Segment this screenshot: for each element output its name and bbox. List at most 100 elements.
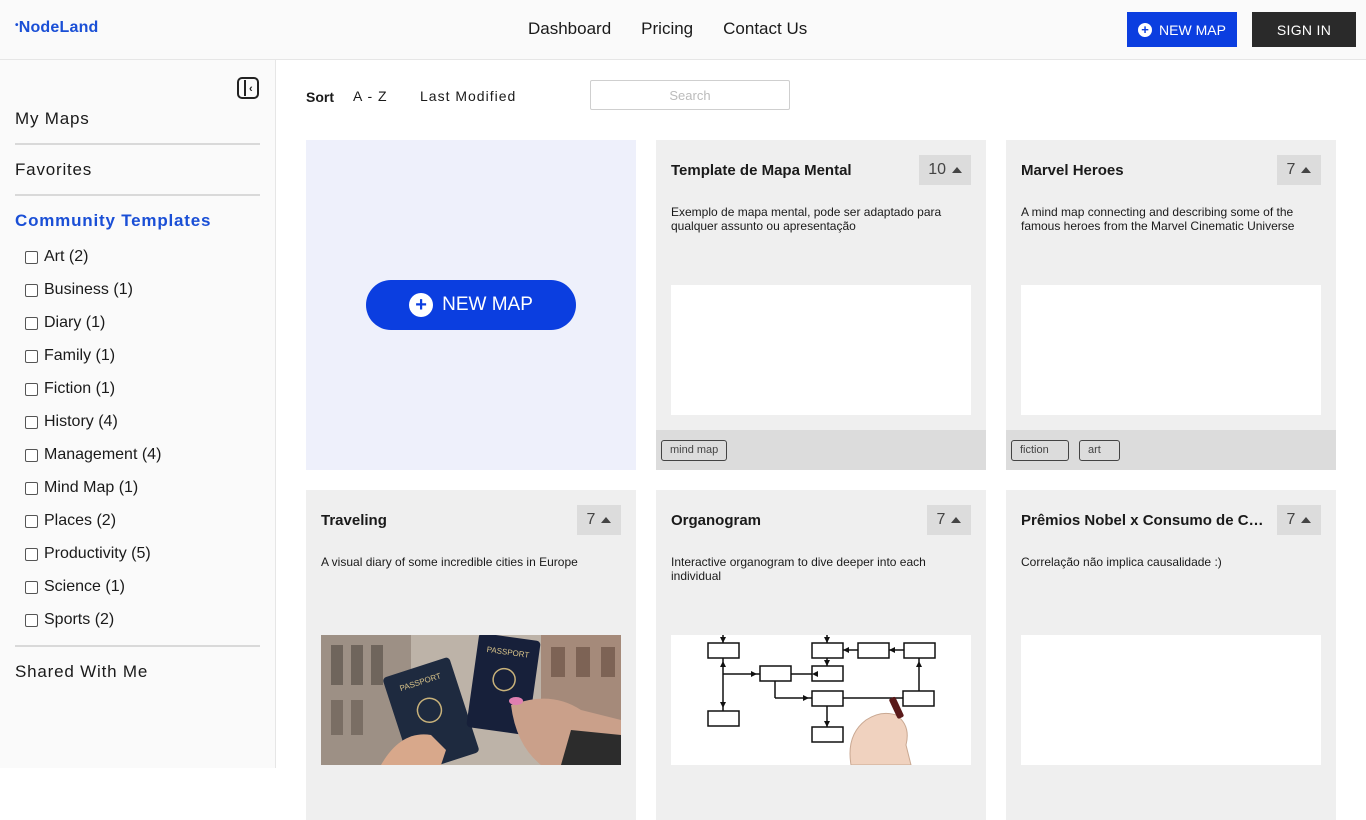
new-map-button[interactable]: + NEW MAP [1127,12,1237,47]
logo-part-land: Land [59,19,99,36]
passport-photo-image: PASSPORT PASSPORT [321,635,621,765]
category-label: Productivity (5) [44,545,151,562]
category-label: Mind Map (1) [44,479,139,496]
category-label: Places (2) [44,512,117,529]
map-card[interactable]: Organogram 7 Interactive organogram to d… [656,490,986,820]
category-business[interactable]: Business (1) [25,281,133,299]
category-label: Business (1) [44,281,133,298]
checkbox[interactable] [25,349,38,363]
main-nav: Dashboard Pricing Contact Us [528,19,807,39]
checkbox[interactable] [25,415,38,429]
map-card[interactable]: Template de Mapa Mental 10 Exemplo de ma… [656,140,986,470]
card-preview [1021,285,1321,415]
category-art[interactable]: Art (2) [25,248,88,266]
vote-count: 7 [936,511,946,528]
upvote-button[interactable]: 7 [577,505,621,535]
category-family[interactable]: Family (1) [25,347,115,365]
sort-last-modified[interactable]: Last Modified [420,88,516,104]
nav-dashboard[interactable]: Dashboard [528,19,611,39]
tag-fiction[interactable]: fiction [1011,439,1069,461]
logo[interactable]: •NodeLand [15,19,99,37]
upvote-button[interactable]: 7 [927,505,971,535]
checkbox[interactable] [25,613,38,627]
search-input[interactable]: Search [590,80,790,110]
sidebar-favorites[interactable]: Favorites [15,160,260,180]
category-history[interactable]: History (4) [25,413,118,431]
category-label: Science (1) [44,578,125,595]
vote-count: 10 [928,161,946,178]
category-places[interactable]: Places (2) [25,512,116,530]
category-management[interactable]: Management (4) [25,446,161,464]
checkbox[interactable] [25,382,38,396]
category-productivity[interactable]: Productivity (5) [25,545,151,563]
new-map-card[interactable]: + NEW MAP [306,140,636,470]
category-label: History (4) [44,413,118,430]
map-card[interactable]: Prêmios Nobel x Consumo de Chocolate 7 C… [1006,490,1336,820]
sidebar-my-maps[interactable]: My Maps [15,109,260,129]
category-mind-map[interactable]: Mind Map (1) [25,479,138,497]
checkbox[interactable] [25,481,38,495]
upvote-triangle-icon [1301,517,1312,523]
card-preview-passport-photo: PASSPORT PASSPORT [321,635,621,765]
card-description: Interactive organogram to dive deeper in… [671,555,926,583]
plus-circle-icon: + [1138,22,1153,37]
sort-a-z[interactable]: A - Z [353,88,388,104]
card-preview [1021,635,1321,765]
vote-count: 7 [586,511,596,528]
category-label: Fiction (1) [44,380,116,397]
sign-in-button[interactable]: SIGN IN [1252,12,1356,47]
card-preview-organogram [671,635,971,765]
card-title: Organogram [671,512,762,529]
sidebar: ‹ My Maps Favorites Community Templates … [0,60,276,768]
category-label: Diary (1) [44,314,106,331]
sidebar-divider [15,645,260,647]
logo-part-node: Node [18,19,60,36]
upvote-button[interactable]: 7 [1277,155,1321,185]
checkbox[interactable] [25,514,38,528]
upvote-triangle-icon [1301,167,1312,173]
checkbox[interactable] [25,448,38,462]
checkbox[interactable] [25,316,38,330]
sidebar-community-templates[interactable]: Community Templates [15,211,260,231]
nav-pricing[interactable]: Pricing [641,19,693,39]
card-tag-bar: fiction art [1006,430,1336,470]
checkbox[interactable] [25,250,38,264]
category-fiction[interactable]: Fiction (1) [25,380,115,398]
card-description: Correlação não implica causalidade :) [1021,555,1222,569]
category-science[interactable]: Science (1) [25,578,125,596]
sort-label: Sort [306,89,334,105]
new-map-card-button[interactable]: + NEW MAP [366,280,576,330]
upvote-triangle-icon [601,517,612,523]
tag-mind-map[interactable]: mind map [661,439,728,461]
plus-circle-icon: + [409,293,434,317]
map-card[interactable]: Traveling 7 A visual diary of some incre… [306,490,636,820]
category-label: Family (1) [44,347,116,364]
category-sports[interactable]: Sports (2) [25,611,114,629]
category-label: Art (2) [44,248,89,265]
checkbox[interactable] [25,283,38,297]
card-title: Template de Mapa Mental [671,162,852,179]
upvote-button[interactable]: 7 [1277,505,1321,535]
new-map-card-label: NEW MAP [442,294,533,315]
sidebar-shared-with-me[interactable]: Shared With Me [15,662,260,682]
category-diary[interactable]: Diary (1) [25,314,105,332]
vote-count: 7 [1286,511,1296,528]
checkbox[interactable] [25,580,38,594]
card-description: Exemplo de mapa mental, pode ser adaptad… [671,205,942,233]
map-card[interactable]: Marvel Heroes 7 A mind map connecting an… [1006,140,1336,470]
card-description: A visual diary of some incredible cities… [321,555,578,569]
card-title: Traveling [321,512,387,529]
sidebar-divider [15,194,260,196]
tag-art[interactable]: art [1079,439,1120,461]
logo-dot: • [15,20,19,31]
category-label: Sports (2) [44,611,115,628]
category-label: Management (4) [44,446,162,463]
card-title: Marvel Heroes [1021,162,1124,179]
card-tag-bar: mind map [656,430,986,470]
upvote-triangle-icon [952,167,962,173]
collapse-sidebar-icon[interactable]: ‹ [237,77,259,99]
nav-contact-us[interactable]: Contact Us [723,19,807,39]
checkbox[interactable] [25,547,38,561]
card-preview [671,285,971,415]
upvote-button[interactable]: 10 [919,155,971,185]
